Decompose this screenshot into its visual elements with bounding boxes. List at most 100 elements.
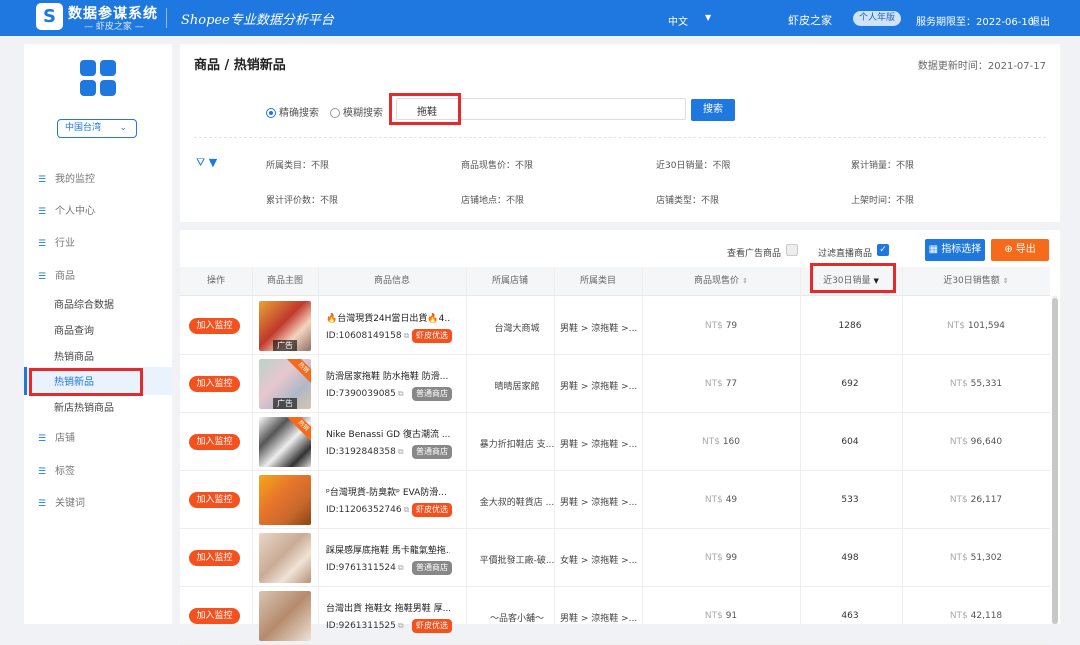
shop-name[interactable]: 金大叔的鞋貨店 ...	[472, 495, 562, 508]
copy-icon[interactable]: ⧉	[398, 621, 404, 630]
list-icon: ☰	[38, 207, 47, 217]
currency: NT$	[949, 495, 968, 505]
filter-shop-type[interactable]: 店铺类型：不限	[656, 193, 719, 206]
product-name[interactable]: 🔥台灣現貨24H當日出貨🔥4...	[326, 311, 450, 324]
price-value: 91	[725, 611, 738, 621]
th-price[interactable]: 商品现售价 ⇕	[642, 267, 800, 296]
product-thumbnail[interactable]: 广告 热销	[259, 359, 311, 409]
check-live-checkbox[interactable]: ✓	[877, 244, 889, 256]
ad-label: 广告	[273, 340, 297, 351]
product-id: ID:11206352746 ⧉	[326, 505, 409, 515]
nav-tags[interactable]: ☰ 标签	[24, 460, 172, 484]
nav-keywords[interactable]: ☰ 关键词	[24, 492, 172, 516]
nav-personal-center[interactable]: ☰ 个人中心	[24, 200, 172, 224]
caret-down-icon[interactable]: ▼	[705, 13, 711, 22]
product-thumbnail[interactable]: 热销	[259, 417, 311, 467]
shop-name[interactable]: ～品客小舖～	[472, 611, 562, 624]
filter-sales-30d[interactable]: 近30日销量：不限	[656, 158, 730, 171]
add-monitor-button[interactable]: 加入监控	[189, 550, 240, 566]
radio-fuzzy-search[interactable]: 模糊搜索	[330, 104, 383, 119]
filter-panel: 商品 / 热销新品 数据更新时间：2021-07-17 精确搜索 模糊搜索 拖鞋…	[180, 44, 1060, 222]
nav-label: 行业	[55, 238, 75, 249]
shop-name[interactable]: 暴力折扣鞋店 支...	[472, 437, 562, 450]
th-amount-30d[interactable]: 近30日销售额 ⇕	[902, 267, 1050, 296]
region-select[interactable]: 中国台湾 ⌄	[57, 119, 137, 138]
radio-exact-search[interactable]: 精确搜索	[266, 104, 319, 119]
sales-30d: 604	[841, 437, 859, 447]
currency: NT$	[949, 553, 968, 563]
apps-grid-icon[interactable]	[80, 60, 116, 96]
copy-icon[interactable]: ⧉	[404, 505, 410, 514]
logout-link[interactable]: 退出	[1030, 13, 1050, 28]
category-path: 男鞋 > 涼拖鞋 >...	[560, 440, 638, 450]
product-thumbnail[interactable]: 广告	[259, 301, 311, 351]
user-name[interactable]: 虾皮之家	[788, 12, 832, 28]
category-path: 男鞋 > 涼拖鞋 >...	[560, 382, 638, 392]
list-icon: ☰	[38, 434, 47, 444]
copy-icon[interactable]: ⧉	[398, 563, 404, 572]
filter-price[interactable]: 商品现售价：不限	[461, 158, 533, 171]
product-thumbnail[interactable]	[259, 591, 311, 641]
shop-type-badge: 普通商店	[412, 387, 452, 401]
shop-name[interactable]: 台灣大商城	[472, 321, 562, 334]
nav-sub-new-shop-hot[interactable]: 新店热销商品	[54, 399, 114, 419]
sales-30d: 498	[841, 553, 859, 563]
nav-industry[interactable]: ☰ 行业	[24, 232, 172, 256]
scrollbar-thumb[interactable]	[1052, 298, 1058, 624]
shop-name[interactable]: 平價批發工廠-破...	[472, 553, 562, 566]
currency: NT$	[704, 553, 723, 563]
product-name[interactable]: 踩屎感厚底拖鞋 馬卡龍氣墊拖...	[326, 543, 450, 556]
radio-label: 精确搜索	[279, 108, 319, 119]
nav-shops[interactable]: ☰ 店铺	[24, 427, 172, 451]
th-shop: 所属店铺	[491, 276, 528, 286]
add-monitor-button[interactable]: 加入监控	[189, 318, 240, 334]
amount-30d: NT$ 55,331	[902, 379, 1050, 389]
filter-reviews[interactable]: 累计评价数：不限	[266, 193, 338, 206]
nav-my-monitor[interactable]: ☰ 我的监控	[24, 168, 172, 192]
amount-value: 96,640	[970, 437, 1003, 447]
copy-icon[interactable]: ⧉	[398, 447, 404, 456]
product-thumbnail[interactable]	[259, 533, 311, 583]
amount-value: 26,117	[970, 495, 1003, 505]
product-name[interactable]: Nike Benassi GD 復古潮流 ...	[326, 427, 450, 440]
add-monitor-button[interactable]: 加入监控	[189, 608, 240, 624]
check-ad-checkbox[interactable]	[786, 244, 798, 256]
product-name[interactable]: 防滑居家拖鞋 防水拖鞋 防滑...	[326, 369, 450, 382]
sales-30d: 533	[841, 495, 859, 505]
copy-icon[interactable]: ⧉	[404, 331, 410, 340]
indicator-select-button[interactable]: ▦ 指标选择	[925, 239, 985, 261]
shop-name[interactable]: 晴晴居家館	[472, 379, 562, 392]
language-select[interactable]: 中文	[668, 13, 688, 28]
grid-icon: ▦	[928, 244, 942, 255]
currency: NT$	[704, 611, 723, 621]
check-live-label: 过滤直播商品	[818, 249, 873, 259]
copy-icon[interactable]: ⧉	[398, 389, 404, 398]
filter-location[interactable]: 店铺地点：不限	[461, 193, 524, 206]
add-monitor-button[interactable]: 加入监控	[189, 376, 240, 392]
filter-listed-time[interactable]: 上架时间：不限	[851, 193, 914, 206]
radio-checked-icon	[266, 108, 276, 118]
nav-label: 商品	[55, 271, 75, 282]
th-label: 商品现售价	[694, 276, 740, 286]
filter-category[interactable]: 所属类目：不限	[266, 158, 329, 171]
nav-products[interactable]: ☰ 商品	[24, 265, 172, 289]
filter-icon[interactable]: ⛛ ▼	[196, 156, 217, 170]
add-monitor-button[interactable]: 加入监控	[189, 492, 240, 508]
nav-sub-hot-products[interactable]: 热销商品	[54, 348, 94, 368]
product-name[interactable]: 台灣出貨 拖鞋女 拖鞋男鞋 厚...	[326, 601, 450, 614]
add-monitor-button[interactable]: 加入监控	[189, 434, 240, 450]
th-action: 操作	[206, 276, 225, 286]
currency: NT$	[704, 495, 723, 505]
product-thumbnail[interactable]	[259, 475, 311, 525]
product-name[interactable]: ᵖ台灣現貨-防臭款ᵖ EVA防滑...	[326, 485, 450, 498]
nav-sub-product-query[interactable]: 商品查询	[54, 322, 94, 342]
nav-sub-product-overview[interactable]: 商品综合数据	[54, 296, 114, 316]
list-icon: ☰	[38, 272, 47, 282]
sidebar: 中国台湾 ⌄ ☰ 我的监控 ☰ 个人中心 ☰ 行业 ☰ 商品 商品综合数据 商品…	[24, 44, 172, 624]
sort-icon: ⇕	[1002, 277, 1009, 285]
export-button[interactable]: ⊕ 导出	[991, 239, 1049, 261]
search-button[interactable]: 搜索	[691, 99, 735, 121]
amount-30d: NT$ 96,640	[902, 437, 1050, 447]
filter-total-sales[interactable]: 累计销量：不限	[851, 158, 914, 171]
currency: NT$	[701, 437, 720, 447]
